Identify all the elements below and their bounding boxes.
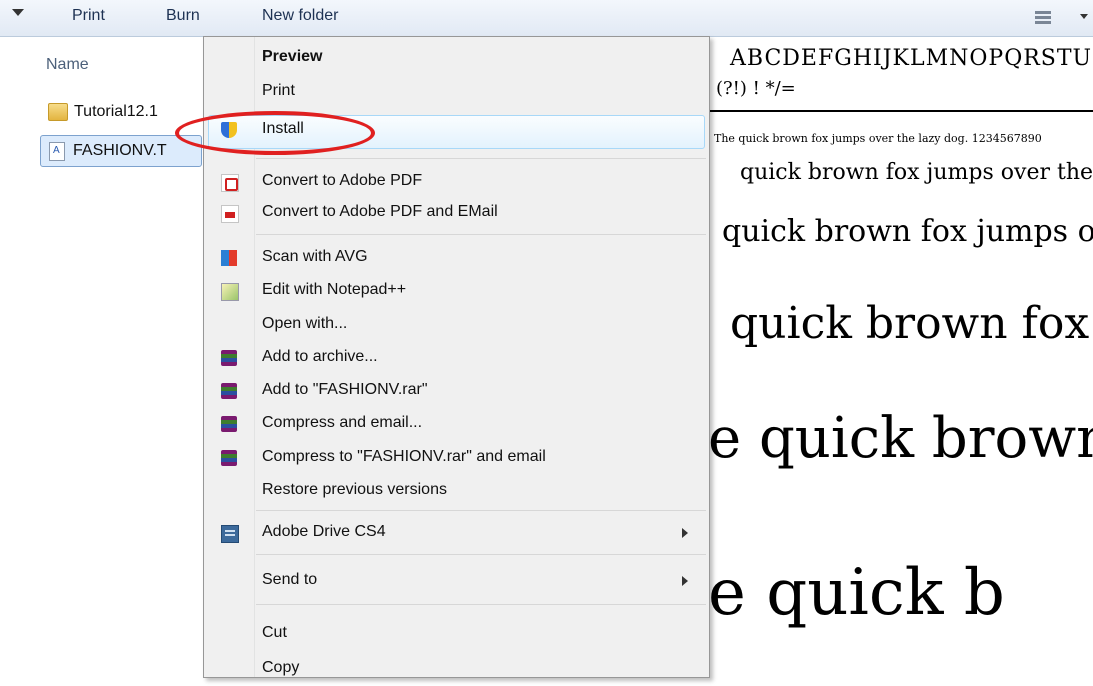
menu-item-scan-with-avg[interactable]: Scan with AVG	[204, 241, 709, 275]
menu-separator	[256, 158, 706, 159]
menu-item-restore-previous-versions[interactable]: Restore previous versions	[204, 474, 709, 508]
menu-item-label: Convert to Adobe PDF	[262, 172, 423, 189]
column-header-name[interactable]: Name	[46, 56, 89, 74]
new-folder-toolbar-button[interactable]: New folder	[262, 7, 338, 25]
font-preview-pane: ABCDEFGHIJKLMNOPQRSTU (?!) ! */= The qui…	[700, 36, 1093, 666]
menu-item-label: Restore previous versions	[262, 481, 447, 498]
preview-divider	[700, 110, 1093, 112]
burn-toolbar-button[interactable]: Burn	[166, 7, 200, 25]
menu-item-label: Compress and email...	[262, 414, 423, 431]
menu-item-convert-to-adobe-pdf-email[interactable]: Convert to Adobe PDF and EMail	[204, 196, 709, 230]
preview-alphabet: ABCDEFGHIJKLMNOPQRSTU	[730, 46, 1093, 71]
menu-item-add-to-fashionv-rar[interactable]: Add to "FASHIONV.rar"	[204, 374, 709, 408]
menu-item-label: Compress to "FASHIONV.rar" and email	[262, 448, 546, 465]
menu-item-label: Send to	[262, 571, 318, 588]
menu-item-convert-to-adobe-pdf[interactable]: Convert to Adobe PDF	[204, 165, 709, 199]
winrar-icon	[221, 350, 237, 366]
adobe-drive-icon	[221, 525, 239, 543]
notepad-plus-plus-icon	[221, 283, 239, 301]
menu-item-label: Adobe Drive CS4	[262, 523, 386, 540]
folder-name: Tutorial12.1	[74, 103, 158, 120]
preview-sample-18pt: quick brown fox jumps over the lazy	[740, 160, 1093, 185]
menu-item-label: Add to "FASHIONV.rar"	[262, 381, 428, 398]
command-bar: Print Burn New folder	[0, 0, 1093, 37]
menu-item-preview[interactable]: Preview	[204, 41, 709, 75]
menu-item-add-to-archive[interactable]: Add to archive...	[204, 341, 709, 375]
menu-item-label: Convert to Adobe PDF and EMail	[262, 203, 498, 220]
font-file-icon	[49, 141, 65, 161]
avg-icon	[221, 250, 237, 266]
menu-separator	[256, 554, 706, 555]
winrar-icon	[221, 383, 237, 399]
menu-item-compress-and-email[interactable]: Compress and email...	[204, 407, 709, 441]
view-options-dropdown-icon[interactable]	[1080, 14, 1088, 19]
adobe-pdf-email-icon	[221, 205, 239, 223]
menu-separator	[256, 510, 706, 511]
submenu-arrow-icon	[682, 528, 688, 538]
menu-item-label: Add to archive...	[262, 348, 378, 365]
menu-item-send-to[interactable]: Send to	[204, 564, 709, 598]
menu-item-print[interactable]: Print	[204, 75, 709, 109]
menu-item-open-with[interactable]: Open with...	[204, 308, 709, 342]
preview-symbols: (?!) ! */=	[716, 78, 796, 99]
folder-icon	[48, 103, 68, 121]
menu-item-label: Print	[262, 82, 295, 99]
print-toolbar-button[interactable]: Print	[72, 7, 105, 25]
submenu-arrow-icon	[682, 576, 688, 586]
font-file-name: FASHIONV.T	[73, 142, 167, 159]
preview-sample-12pt: The quick brown fox jumps over the lazy …	[714, 132, 1042, 145]
menu-separator	[256, 604, 706, 605]
organize-dropdown-arrow-icon[interactable]	[12, 9, 24, 16]
menu-item-label: Cut	[262, 624, 287, 641]
preview-sample-36pt: quick brown fox	[730, 298, 1090, 349]
preview-sample-48pt: e quick brown	[708, 406, 1093, 471]
winrar-icon	[221, 450, 237, 466]
menu-item-label: Copy	[262, 659, 300, 676]
menu-item-adobe-drive-cs4[interactable]: Adobe Drive CS4	[204, 516, 709, 550]
menu-item-compress-to-fashionv-rar-and-email[interactable]: Compress to "FASHIONV.rar" and email	[204, 441, 709, 475]
annotation-highlight-ellipse	[175, 111, 375, 155]
menu-separator	[256, 234, 706, 235]
adobe-pdf-icon	[221, 174, 239, 192]
menu-item-label: Edit with Notepad++	[262, 281, 407, 298]
preview-sample-60pt: e quick b	[708, 556, 1005, 630]
menu-item-copy[interactable]: Copy	[204, 652, 709, 686]
list-item-font-file-selected[interactable]: FASHIONV.T	[40, 135, 202, 167]
menu-item-label: Preview	[262, 48, 323, 65]
menu-item-label: Open with...	[262, 315, 348, 332]
menu-item-cut[interactable]: Cut	[204, 617, 709, 651]
list-item-folder[interactable]: Tutorial12.1	[42, 97, 158, 127]
menu-item-edit-with-notepad-plus-plus[interactable]: Edit with Notepad++	[204, 274, 709, 308]
change-view-icon[interactable]	[1035, 11, 1051, 25]
winrar-icon	[221, 416, 237, 432]
preview-sample-24pt: quick brown fox jumps over	[722, 214, 1093, 249]
menu-item-label: Scan with AVG	[262, 248, 368, 265]
